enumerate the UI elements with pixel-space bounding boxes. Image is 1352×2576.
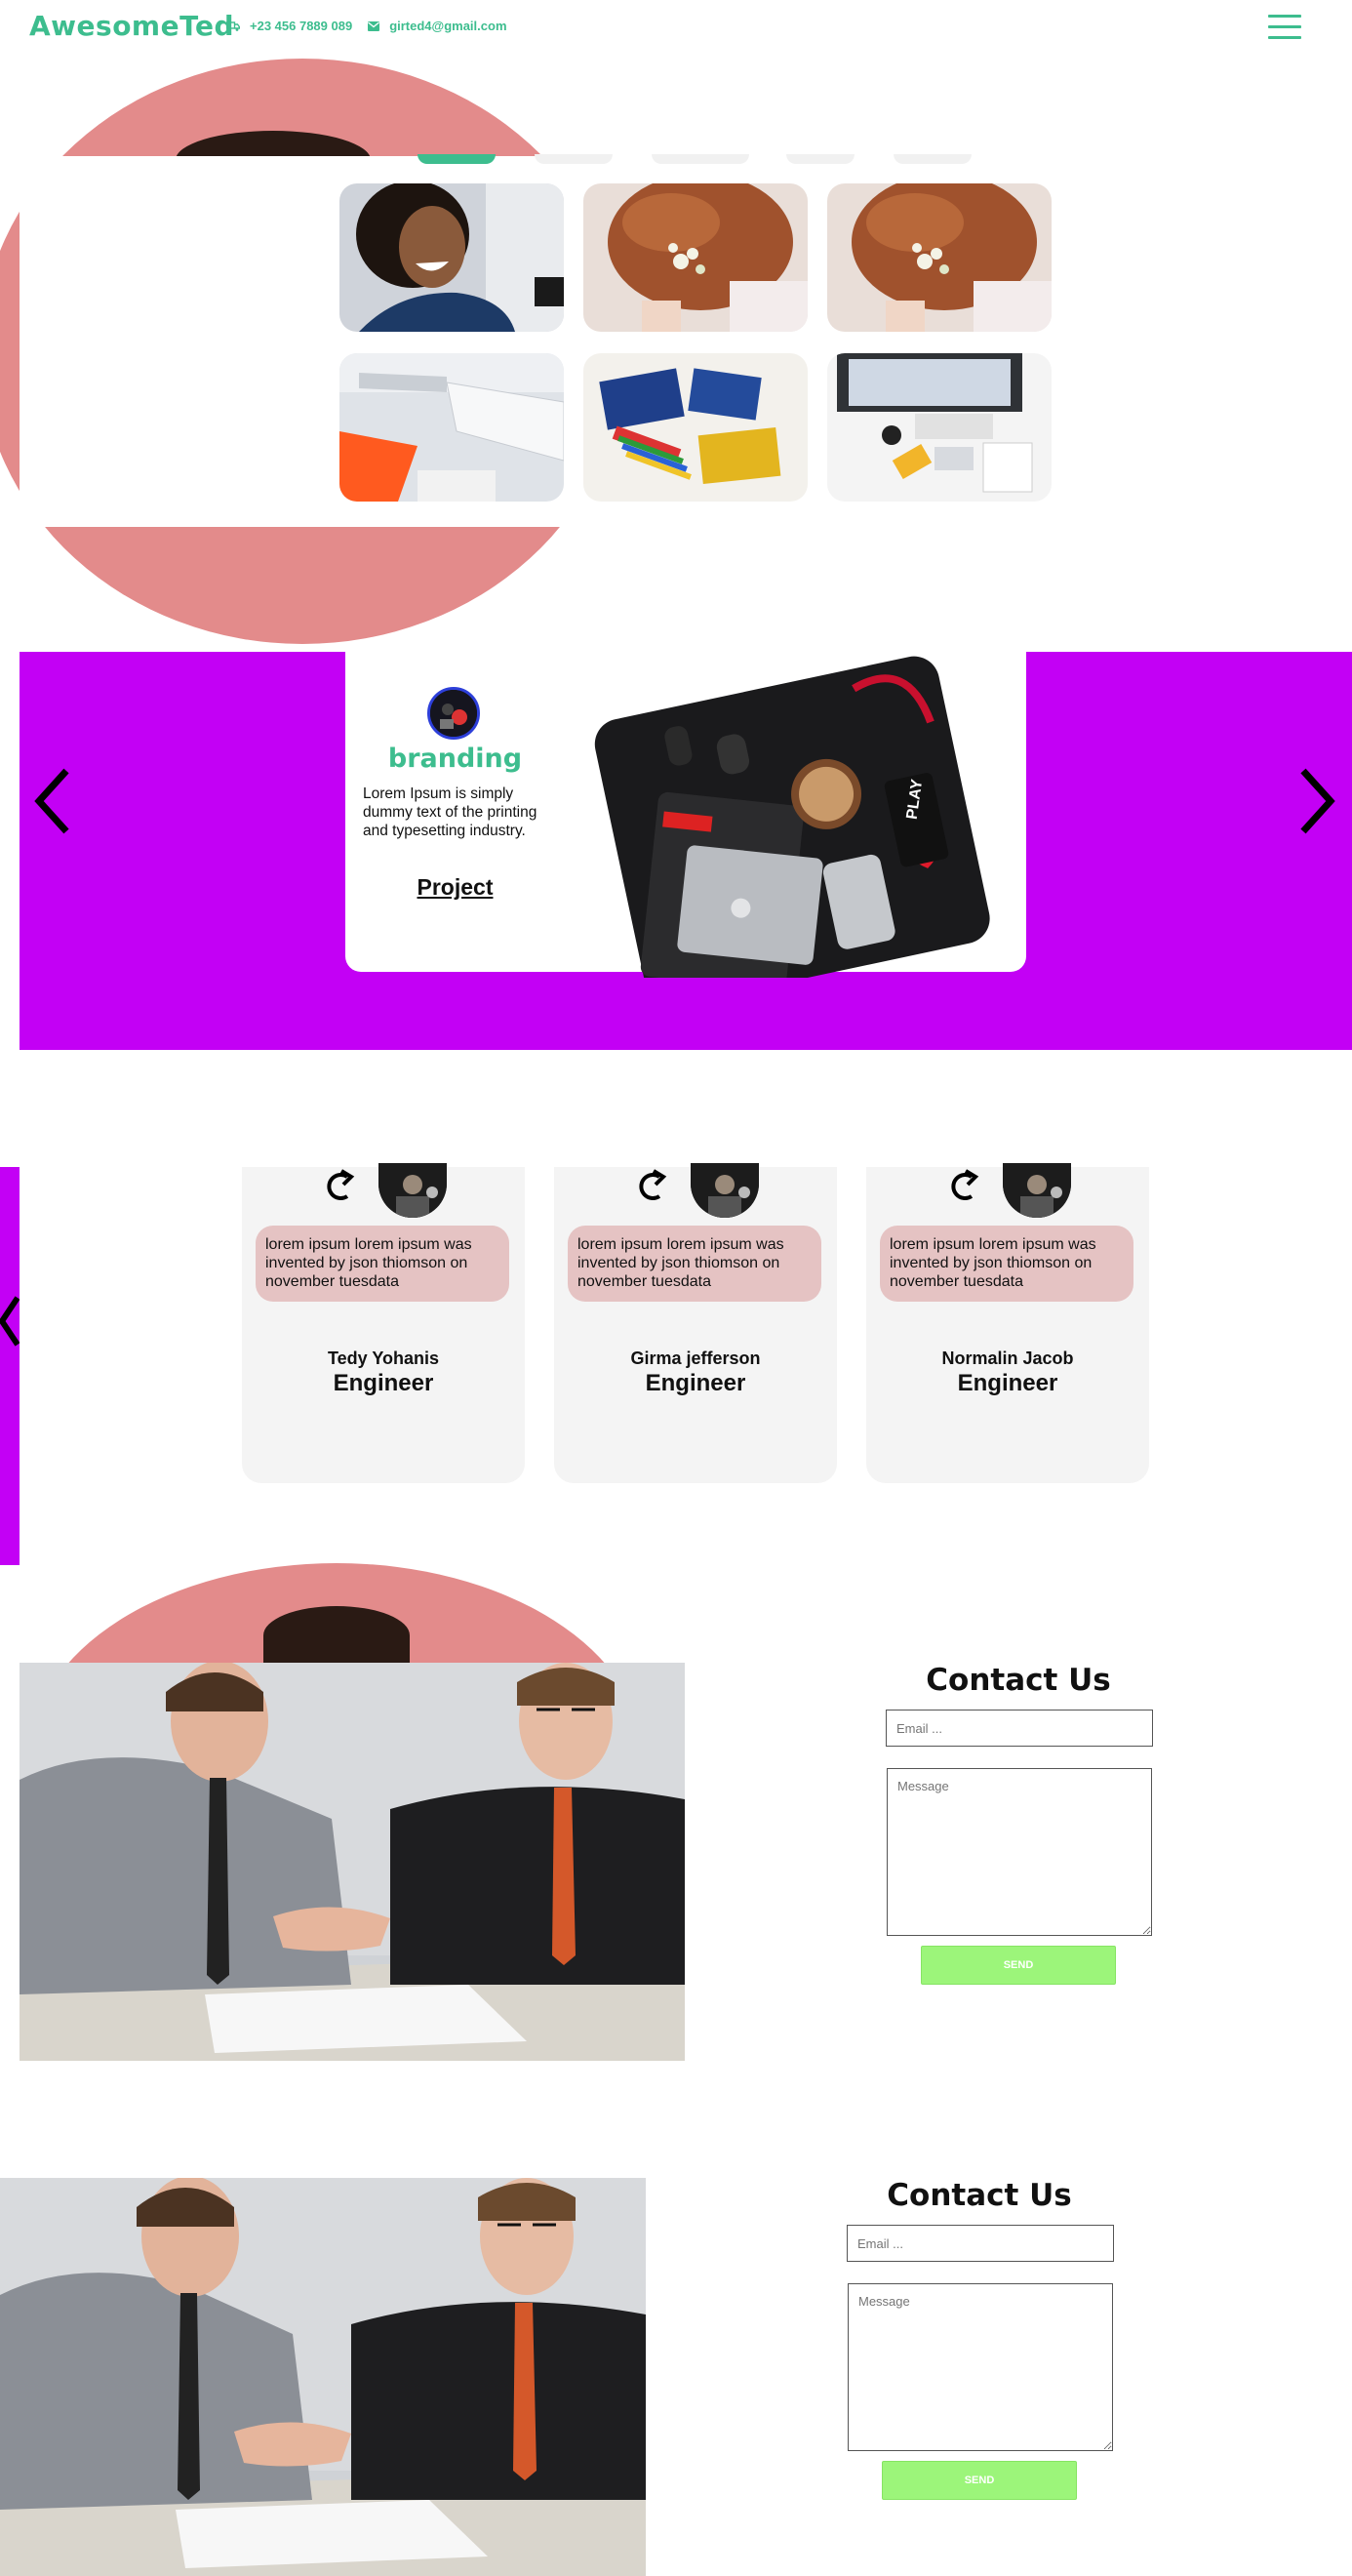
testimonial-role: Engineer	[333, 1370, 434, 1396]
refresh-icon	[630, 1167, 673, 1215]
testimonial-quote: lorem ipsum lorem ipsum was invented by …	[880, 1226, 1133, 1302]
email-address[interactable]: girted4@gmail.com	[389, 19, 506, 33]
gallery-image-desk-keyboard[interactable]	[339, 353, 564, 502]
filter-tab[interactable]	[652, 154, 749, 164]
testimonial-role: Engineer	[957, 1370, 1058, 1396]
send-button[interactable]: SEND	[921, 1946, 1116, 1985]
slide-description: Lorem Ipsum is simply dummy text of the …	[363, 785, 537, 839]
contact-title: Contact Us	[887, 2178, 1072, 2213]
truck-icon	[226, 20, 240, 32]
handshake-photo	[20, 1663, 685, 2061]
email-field[interactable]	[886, 1710, 1153, 1747]
chevron-left-icon[interactable]	[33, 767, 72, 840]
slide-image-gadgets: PLAY	[585, 646, 995, 978]
slide-title: branding	[387, 744, 523, 774]
testimonial-card: lorem ipsum lorem ipsum was invented by …	[866, 1163, 1149, 1483]
refresh-icon	[318, 1167, 361, 1215]
contact-title: Contact Us	[926, 1663, 1111, 1698]
gallery-image-workspace-flatlay[interactable]	[827, 353, 1052, 502]
testimonial-role: Engineer	[645, 1370, 746, 1396]
project-link[interactable]: Project	[345, 874, 565, 901]
slide-avatar	[427, 687, 480, 740]
testimonial-name: Girma jefferson	[630, 1348, 761, 1368]
handshake-photo	[0, 2178, 646, 2576]
testimonial-avatar	[691, 1163, 759, 1218]
header-contact-info: +23 456 7889 089 girted4@gmail.com	[226, 19, 507, 33]
chevron-right-icon[interactable]	[1297, 767, 1336, 840]
testimonial-avatar	[1003, 1163, 1071, 1218]
gallery-image-smiling-woman[interactable]	[339, 183, 564, 332]
phone-number[interactable]: +23 456 7889 089	[250, 19, 352, 33]
brand-logo[interactable]: AwesomeTed	[29, 10, 234, 42]
message-field[interactable]	[887, 1768, 1152, 1936]
refresh-icon	[942, 1167, 985, 1215]
mail-icon	[368, 20, 380, 31]
testimonial-quote: lorem ipsum lorem ipsum was invented by …	[256, 1226, 509, 1302]
message-field[interactable]	[848, 2283, 1113, 2451]
testimonial-card: lorem ipsum lorem ipsum was invented by …	[554, 1163, 837, 1483]
filter-tab-active[interactable]	[418, 154, 496, 164]
send-button[interactable]: SEND	[882, 2461, 1077, 2500]
testimonial-avatar	[378, 1163, 447, 1218]
testimonial-quote: lorem ipsum lorem ipsum was invented by …	[568, 1226, 821, 1302]
hamburger-menu-icon[interactable]	[1268, 13, 1301, 42]
site-header: AwesomeTed +23 456 7889 089 girted4@gmai…	[0, 0, 1352, 55]
filter-tab[interactable]	[894, 154, 972, 164]
filter-tab[interactable]	[786, 154, 855, 164]
testimonials-left-strip	[0, 1167, 20, 1565]
email-field[interactable]	[847, 2225, 1114, 2262]
testimonial-name: Normalin Jacob	[941, 1348, 1074, 1368]
testimonial-name: Tedy Yohanis	[327, 1348, 440, 1368]
testimonial-card: lorem ipsum lorem ipsum was invented by …	[242, 1163, 525, 1483]
gallery-image-arduino-boards[interactable]	[583, 353, 808, 502]
filter-tab[interactable]	[535, 154, 613, 164]
gallery-image-bride-hair[interactable]	[583, 183, 808, 332]
gallery-image-bride-hair[interactable]	[827, 183, 1052, 332]
